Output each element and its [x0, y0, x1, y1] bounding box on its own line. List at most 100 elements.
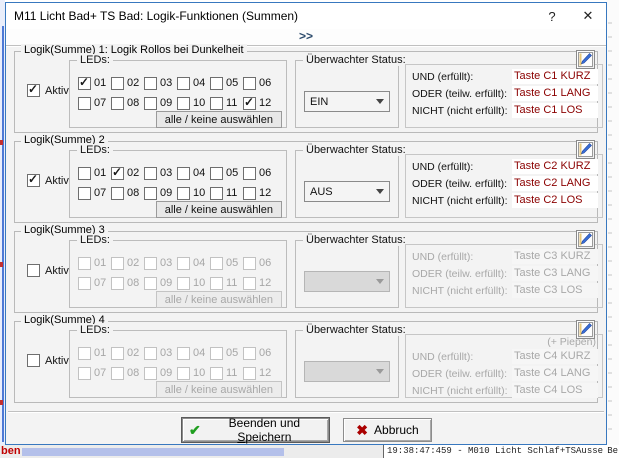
led-label: 01 [94, 77, 106, 89]
led-label: 12 [259, 277, 271, 289]
led-checkbox[interactable] [111, 277, 124, 290]
led-checkbox[interactable] [144, 97, 157, 110]
led-grid: 01 02 03 04 05 06 07 08 09 10 11 [78, 253, 278, 293]
cancel-button[interactable]: ✖ Abbruch [343, 418, 432, 442]
led-checkbox[interactable] [144, 77, 157, 90]
leds-fieldset: LEDs: 01 02 03 04 05 06 07 08 09 10 [69, 330, 287, 398]
led-checkbox[interactable] [144, 257, 157, 270]
aktiv-checkbox[interactable] [27, 174, 40, 187]
led-label: 05 [226, 257, 238, 269]
status-row-label: NICHT (nicht erfüllt): [412, 195, 512, 207]
aktiv-checkbox[interactable] [27, 354, 40, 367]
status-row-label: UND (erfüllt): [412, 351, 512, 363]
led-checkbox[interactable] [243, 77, 256, 90]
led-checkbox[interactable] [144, 167, 157, 180]
led-checkbox[interactable] [210, 187, 223, 200]
led-checkbox[interactable] [144, 277, 157, 290]
save-and-close-button[interactable]: ✔ Beenden und Speichern [182, 418, 329, 442]
led-checkbox[interactable] [243, 367, 256, 380]
edit-button[interactable] [576, 50, 595, 69]
led-checkbox[interactable] [111, 167, 124, 180]
background-fragment [0, 262, 3, 267]
aktiv-checkbox[interactable] [27, 84, 40, 97]
help-button[interactable]: ? [534, 3, 570, 29]
led-checkbox[interactable] [243, 347, 256, 360]
led-checkbox[interactable] [243, 167, 256, 180]
status-actions-box: (+ Piepen) UND (erfüllt): Taste C4 KURZ … [405, 334, 603, 398]
led-label: 01 [94, 347, 106, 359]
expand-button[interactable]: >> [6, 29, 606, 45]
edit-button[interactable] [576, 320, 595, 339]
logic-group-4: Logik(Summe) 4 Aktiv LEDs: 01 02 03 04 0… [14, 321, 598, 403]
status-row-label: ODER (teilw. erfüllt): [412, 88, 512, 100]
status-dropdown[interactable]: AUS [304, 181, 390, 202]
aktiv-checkbox-field[interactable]: Aktiv [27, 354, 69, 367]
led-checkbox[interactable] [111, 347, 124, 360]
led-checkbox[interactable] [78, 277, 91, 290]
led-checkbox[interactable] [78, 187, 91, 200]
led-checkbox[interactable] [210, 167, 223, 180]
status-dropdown[interactable]: EIN [304, 91, 390, 112]
led-checkbox[interactable] [177, 277, 190, 290]
led-checkbox-cell: 12 [243, 273, 276, 293]
led-checkbox-cell: 06 [243, 253, 276, 273]
led-checkbox[interactable] [111, 367, 124, 380]
status-actions-box: UND (erfüllt): Taste C1 KURZ ODER (teilw… [405, 64, 603, 128]
led-checkbox[interactable] [78, 97, 91, 110]
led-checkbox[interactable] [243, 187, 256, 200]
close-button[interactable]: ✕ [570, 3, 606, 29]
select-all-button[interactable]: alle / keine auswählen [156, 111, 282, 128]
led-checkbox[interactable] [210, 367, 223, 380]
aktiv-checkbox-field[interactable]: Aktiv [27, 174, 69, 187]
led-checkbox[interactable] [111, 77, 124, 90]
led-checkbox[interactable] [243, 257, 256, 270]
led-checkbox[interactable] [177, 187, 190, 200]
led-checkbox[interactable] [243, 97, 256, 110]
led-label: 02 [127, 257, 139, 269]
led-checkbox[interactable] [177, 367, 190, 380]
led-checkbox[interactable] [111, 97, 124, 110]
led-checkbox[interactable] [210, 77, 223, 90]
edit-button[interactable] [576, 230, 595, 249]
led-checkbox[interactable] [177, 257, 190, 270]
led-checkbox[interactable] [144, 187, 157, 200]
led-checkbox[interactable] [78, 167, 91, 180]
select-all-button[interactable]: alle / keine auswählen [156, 201, 282, 218]
led-checkbox[interactable] [210, 97, 223, 110]
status-row-value: Taste C3 LOS [512, 283, 598, 298]
titlebar[interactable]: M11 Licht Bad+ TS Bad: Logik-Funktionen … [6, 3, 606, 29]
log-line: 19:38:47:459 - M010 Licht Schlaf+TSAusse [387, 446, 603, 456]
led-checkbox[interactable] [210, 257, 223, 270]
aktiv-checkbox[interactable] [27, 264, 40, 277]
led-checkbox[interactable] [78, 77, 91, 90]
status-row-value: Taste C2 LOS [512, 193, 598, 208]
led-checkbox[interactable] [78, 347, 91, 360]
led-checkbox[interactable] [144, 367, 157, 380]
aktiv-checkbox-field[interactable]: Aktiv [27, 264, 69, 277]
led-checkbox[interactable] [177, 167, 190, 180]
led-checkbox[interactable] [111, 257, 124, 270]
led-checkbox[interactable] [177, 97, 190, 110]
status-row-value: Taste C4 LOS [512, 383, 598, 398]
status-row-value: Taste C2 LANG [512, 176, 598, 191]
aktiv-checkbox-field[interactable]: Aktiv [27, 84, 69, 97]
edit-button[interactable] [576, 140, 595, 159]
background-fragment [0, 140, 3, 145]
led-checkbox-cell: 07 [78, 363, 111, 383]
led-checkbox[interactable] [144, 347, 157, 360]
selection-band [22, 448, 284, 456]
chevron-down-icon [376, 279, 384, 284]
led-checkbox-cell: 05 [210, 73, 243, 93]
status-row: ODER (teilw. erfüllt): Taste C3 LANG [412, 265, 602, 282]
led-checkbox[interactable] [177, 347, 190, 360]
led-checkbox[interactable] [243, 277, 256, 290]
led-checkbox[interactable] [111, 187, 124, 200]
led-checkbox[interactable] [177, 77, 190, 90]
logic-group-1: Logik(Summe) 1: Logik Rollos bei Dunkelh… [14, 51, 598, 133]
led-checkbox[interactable] [78, 367, 91, 380]
led-checkbox[interactable] [210, 347, 223, 360]
led-checkbox-cell: 01 [78, 73, 111, 93]
led-checkbox[interactable] [78, 257, 91, 270]
status-actions-box: UND (erfüllt): Taste C2 KURZ ODER (teilw… [405, 154, 603, 218]
led-checkbox[interactable] [210, 277, 223, 290]
